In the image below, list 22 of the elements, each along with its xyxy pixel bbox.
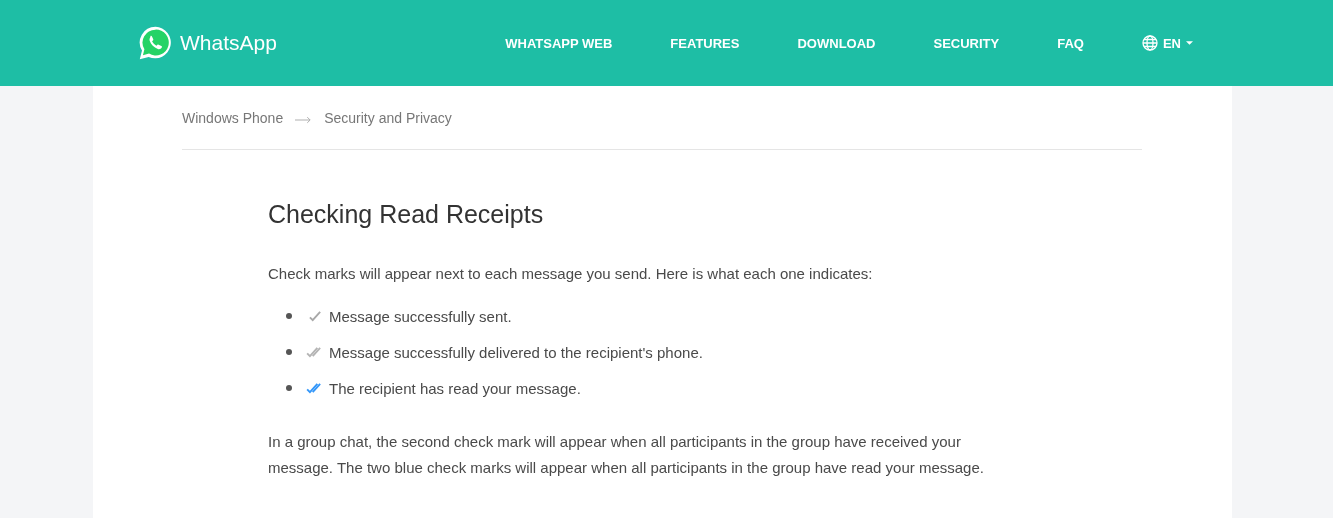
note-paragraph: In a group chat, the second check mark will appear when all participants in the group have received your message. The two blue check marks will appear when all participants in the group have read your message.: [268, 432, 985, 478]
nav-link[interactable]: DOWNLOAD: [797, 35, 876, 51]
brand-name[interactable]: WhatsApp: [180, 31, 277, 55]
bullet-icon: [286, 313, 292, 319]
caret-icon: [1186, 41, 1193, 45]
intro-paragraph: Check marks will appear next to each message you send. Here is what each one indicates:: [268, 264, 874, 284]
nav-link[interactable]: FEATURES: [670, 35, 740, 51]
breadcrumb-link[interactable]: Security and Privacy: [324, 109, 452, 126]
bullet-icon: [286, 349, 292, 355]
nav-link[interactable]: WHATSAPP WEB: [505, 35, 613, 51]
chat-bubble-phone-icon: [137, 24, 174, 62]
language-selector[interactable]: EN: [1141, 35, 1193, 51]
breadcrumb-link[interactable]: Windows Phone: [182, 109, 284, 126]
list-item-text: Message successfully delivered to the recipient's phone.: [329, 343, 703, 361]
nav-link[interactable]: SECURITY: [933, 35, 1000, 51]
bullet-icon: [286, 385, 292, 391]
list-item-text: Message successfully sent.: [329, 307, 512, 325]
globe-icon: [1141, 35, 1158, 51]
nav-link[interactable]: FAQ: [1057, 35, 1084, 51]
article-title: Checking Read Receipts: [268, 200, 545, 229]
arrow-icon: [295, 115, 313, 124]
list-item-text: The recipient has read your message.: [329, 379, 581, 397]
